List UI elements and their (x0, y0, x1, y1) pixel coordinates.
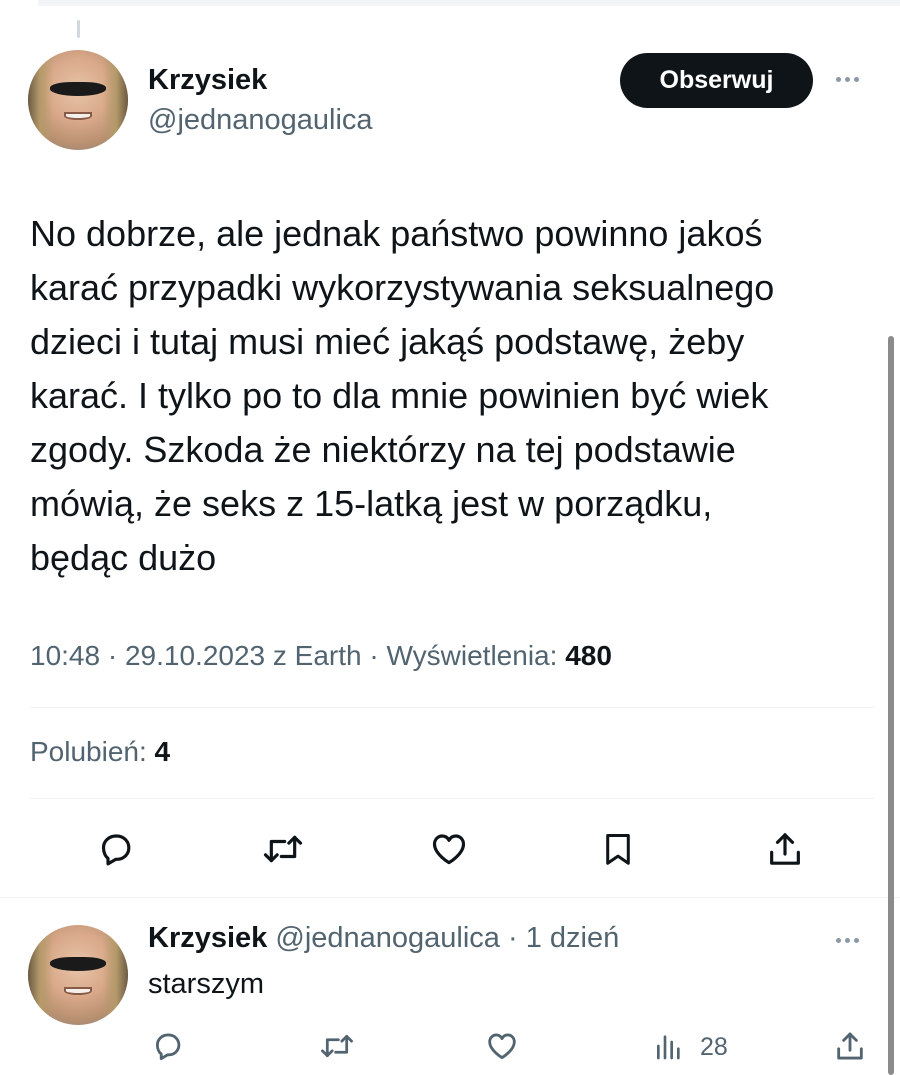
reply-author-handle[interactable]: @jednanogaulica (275, 922, 500, 954)
tweet-meta: 10:48 · 29.10.2023 z Earth · Wyświetleni… (30, 640, 612, 672)
avatar-mouth (64, 112, 92, 120)
scrollbar[interactable] (888, 336, 894, 1075)
tweet-time[interactable]: 10:48 (30, 640, 100, 671)
author-name[interactable]: Krzysiek (148, 64, 267, 97)
reply-header: Krzysiek @jednanogaulica · 1 dzień (148, 922, 619, 955)
likes-label: Polubień: (30, 736, 155, 767)
reply-text: starszym (148, 968, 264, 1000)
share-icon[interactable] (762, 826, 808, 872)
like-icon[interactable] (426, 826, 472, 872)
avatar-hair (28, 50, 128, 150)
tweet-date[interactable]: 29.10.2023 (125, 640, 265, 671)
divider (30, 798, 875, 799)
reply-author-name[interactable]: Krzysiek (148, 922, 267, 954)
views-label: Wyświetlenia: (386, 640, 566, 671)
likes-summary[interactable]: Polubień: 4 (30, 736, 170, 768)
reply-icon[interactable] (93, 826, 139, 872)
top-edge (38, 0, 900, 6)
avatar-sunglasses (50, 82, 106, 96)
more-options-icon[interactable] (836, 77, 859, 82)
section-divider (0, 897, 900, 898)
retweet-icon[interactable] (316, 1026, 358, 1066)
avatar-sunglasses (50, 957, 106, 971)
author-avatar[interactable] (28, 50, 128, 150)
reply-author-avatar[interactable] (28, 925, 128, 1025)
reply-separator: · (499, 922, 526, 954)
avatar-mouth (64, 987, 92, 995)
tweet-source: z Earth (265, 640, 362, 671)
avatar-hair (28, 925, 128, 1025)
like-icon[interactable] (482, 1026, 522, 1066)
tweet-detail-page: Krzysiek @jednanogaulica Obserwuj No dob… (0, 0, 900, 1075)
views-icon[interactable] (650, 1026, 688, 1066)
meta-separator: · (100, 640, 125, 671)
share-icon[interactable] (830, 1026, 870, 1066)
meta-separator: · (361, 640, 387, 671)
reply-views-count: 28 (700, 1033, 728, 1061)
views-count: 480 (565, 640, 612, 671)
reply-more-options-icon[interactable] (836, 938, 859, 943)
tweet-text: No dobrze, ale jednak państwo powinno ja… (30, 213, 775, 578)
thread-connector-line (77, 20, 80, 38)
reply-timestamp[interactable]: 1 dzień (526, 922, 620, 954)
author-handle[interactable]: @jednanogaulica (148, 104, 373, 137)
likes-count: 4 (154, 736, 171, 767)
retweet-icon[interactable] (258, 826, 308, 872)
divider (30, 707, 875, 708)
bookmark-icon[interactable] (595, 826, 641, 872)
reply-icon[interactable] (148, 1026, 188, 1066)
follow-button[interactable]: Obserwuj (620, 53, 813, 108)
